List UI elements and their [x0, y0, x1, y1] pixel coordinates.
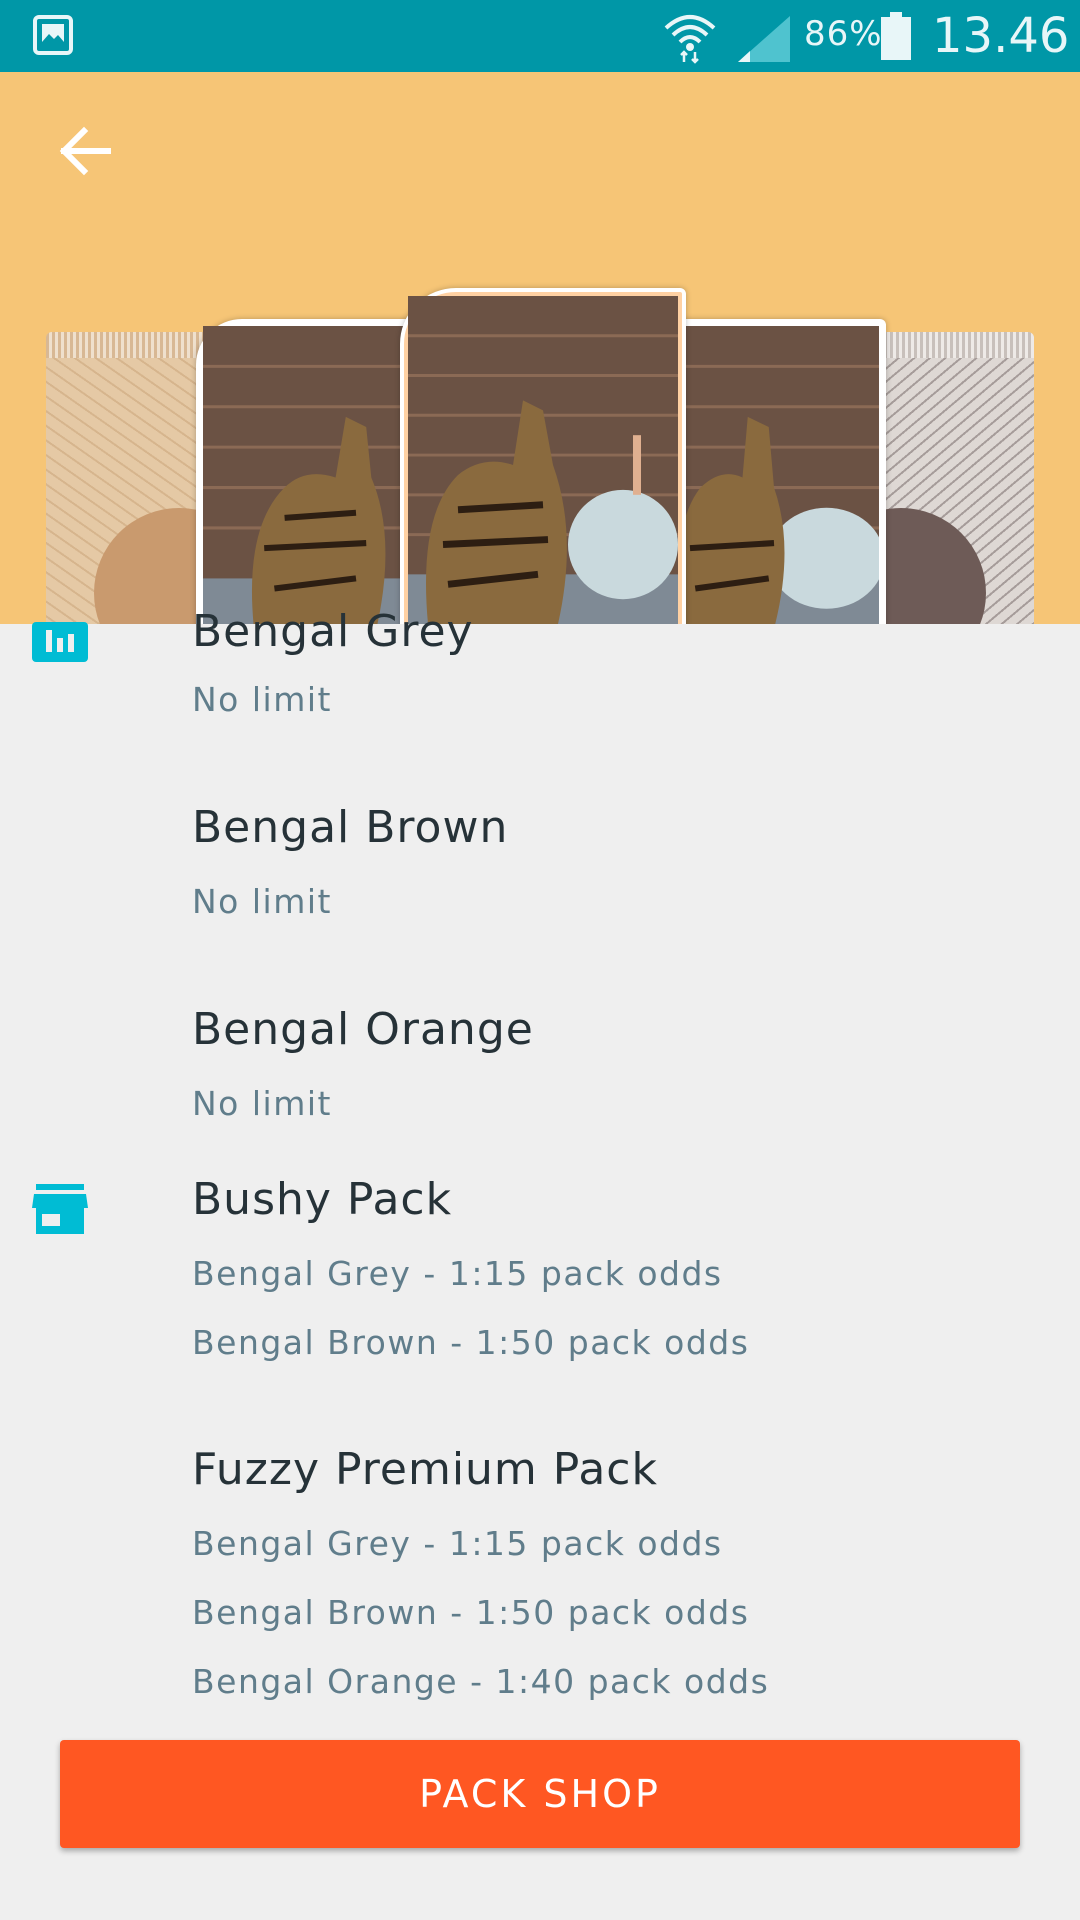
- signal-icon: [738, 16, 790, 62]
- pack-title: Fuzzy Premium Pack: [192, 1444, 658, 1495]
- clock: 13.46: [932, 8, 1070, 64]
- card-title: Bengal Brown: [192, 802, 509, 853]
- cat-card-grey: [196, 319, 414, 624]
- header-banner: [0, 72, 1080, 624]
- bar-chart-icon: [32, 622, 88, 662]
- cat-card-brown: [662, 319, 886, 624]
- pack-image-right: [866, 332, 1034, 624]
- gallery-icon: [33, 15, 73, 55]
- store-icon: [32, 1184, 88, 1234]
- pack-odds: Bengal Grey - 1:15 pack odds: [192, 1524, 723, 1563]
- pack-odds: Bengal Orange - 1:40 pack odds: [192, 1662, 770, 1701]
- battery-icon: [881, 12, 911, 60]
- pack-odds: Bengal Grey - 1:15 pack odds: [192, 1254, 723, 1293]
- battery-percent: 86%: [804, 14, 883, 54]
- card-limit: No limit: [192, 882, 332, 921]
- arrow-left-icon[interactable]: [50, 116, 120, 186]
- status-bar: 86% 13.46: [0, 0, 1080, 72]
- card-limit: No limit: [192, 680, 332, 719]
- card-title: Bengal Orange: [192, 1004, 534, 1055]
- pack-image-left: [46, 332, 214, 624]
- pack-odds: Bengal Brown - 1:50 pack odds: [192, 1323, 750, 1362]
- pack-title: Bushy Pack: [192, 1174, 453, 1225]
- pack-shop-button[interactable]: PACK SHOP: [60, 1740, 1020, 1848]
- cat-card-orange: [400, 288, 686, 624]
- pack-shop-label: PACK SHOP: [419, 1772, 661, 1816]
- card-title: Bengal Grey: [192, 606, 474, 657]
- card-limit: No limit: [192, 1084, 332, 1123]
- wifi-icon: [664, 15, 716, 64]
- pack-odds: Bengal Brown - 1:50 pack odds: [192, 1593, 750, 1632]
